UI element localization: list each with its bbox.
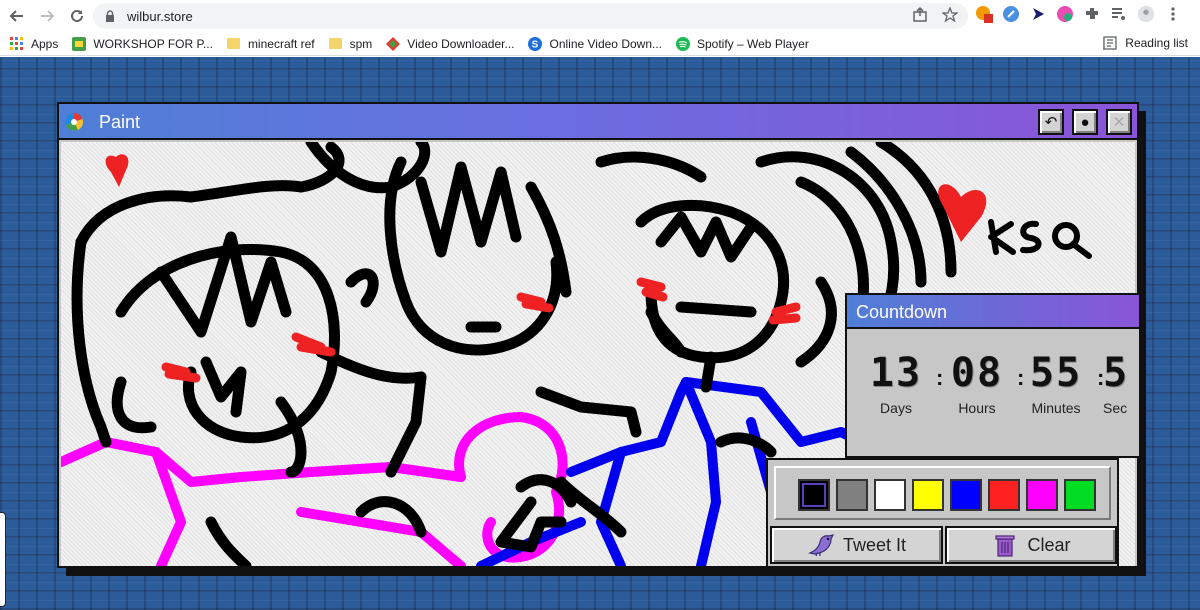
color-swatch-white[interactable] xyxy=(874,479,906,511)
paint-titlebar[interactable]: Paint ↶ ● ✕ xyxy=(59,104,1137,140)
clear-button[interactable]: Clear xyxy=(945,526,1117,564)
signature-strokes xyxy=(988,219,1092,259)
reload-button[interactable] xyxy=(64,3,90,29)
seconds-value: 5 xyxy=(1103,350,1130,396)
folder-icon xyxy=(227,37,241,51)
extension-blue-icon[interactable] xyxy=(1002,5,1020,23)
apps-grid-icon xyxy=(10,36,24,51)
bookmark-spm[interactable]: spm xyxy=(329,36,373,51)
bookmark-video-downloader[interactable]: Video Downloader... xyxy=(386,36,515,51)
profile-avatar[interactable] xyxy=(1137,5,1155,23)
svg-text:S: S xyxy=(532,39,539,50)
hours-value: 08 xyxy=(950,350,1004,396)
countdown-minutes: 55 Minutes xyxy=(1021,350,1091,416)
spotify-icon xyxy=(676,36,690,51)
reading-list-label: Reading list xyxy=(1125,36,1188,50)
undo-button[interactable]: ↶ xyxy=(1038,109,1064,135)
undo-icon: ↶ xyxy=(1044,114,1058,131)
lock-icon xyxy=(103,9,117,23)
bookmark-label: minecraft ref xyxy=(247,36,315,51)
color-swatch-yellow[interactable] xyxy=(912,479,944,511)
back-button[interactable] xyxy=(4,3,30,29)
days-label: Days xyxy=(880,400,912,416)
extension-badge-icon[interactable] xyxy=(975,5,993,23)
side-tab[interactable] xyxy=(0,512,6,607)
countdown-seconds: 5 Sec xyxy=(1103,350,1139,416)
palette-panel: Tweet It Clear xyxy=(766,458,1119,568)
bookmark-apps[interactable]: Apps xyxy=(10,36,59,51)
share-icon[interactable] xyxy=(912,6,928,28)
bird-icon xyxy=(807,532,835,558)
tweet-it-label: Tweet It xyxy=(842,534,907,555)
forward-button[interactable] xyxy=(34,3,60,29)
bookmark-label: Online Video Down... xyxy=(549,36,662,51)
hours-label: Hours xyxy=(958,400,996,416)
menu-kebab-icon[interactable] xyxy=(1164,5,1182,23)
color-swatch-gray[interactable] xyxy=(836,479,868,511)
reading-list-button[interactable]: Reading list xyxy=(1103,36,1188,50)
color-swatch-green[interactable] xyxy=(1064,479,1096,511)
heart-small xyxy=(105,154,129,187)
color-swatch-black[interactable] xyxy=(798,479,830,511)
days-value: 13 xyxy=(869,350,923,396)
paint-logo-icon xyxy=(65,112,83,131)
bookmark-label: Video Downloader... xyxy=(407,36,515,51)
countdown-days: 13 Days xyxy=(861,350,931,416)
address-bar[interactable]: wilbur.store xyxy=(93,3,968,29)
s-logo-icon: S xyxy=(528,36,543,51)
tweet-it-button[interactable]: Tweet It xyxy=(770,526,943,564)
media-queue-icon[interactable] xyxy=(1110,5,1128,23)
seconds-label: Sec xyxy=(1103,400,1128,416)
trash-icon xyxy=(991,532,1019,558)
countdown-hours: 08 Hours xyxy=(942,350,1012,416)
countdown-title: Countdown xyxy=(856,302,948,322)
bookmark-label: spm xyxy=(349,36,373,51)
color-swatch-magenta[interactable] xyxy=(1026,479,1058,511)
bookmark-label: Apps xyxy=(31,36,59,51)
url-text: wilbur.store xyxy=(127,8,193,24)
reading-list-icon xyxy=(1103,36,1117,50)
minutes-value: 55 xyxy=(1029,350,1083,396)
extension-arrow-icon[interactable] xyxy=(1029,5,1047,23)
paint-title: Paint xyxy=(99,112,141,132)
countdown-display: 13 Days : 08 Hours : 55 Minutes : 5 Sec xyxy=(851,335,1139,450)
minutes-label: Minutes xyxy=(1031,400,1081,416)
color-swatch-red[interactable] xyxy=(988,479,1020,511)
video-downloader-icon xyxy=(386,36,401,51)
folder-icon xyxy=(329,37,343,51)
bookmark-star-icon[interactable] xyxy=(941,6,959,28)
bookmark-online-video[interactable]: S Online Video Down... xyxy=(528,36,662,51)
color-swatch-blue[interactable] xyxy=(950,479,982,511)
close-button[interactable]: ✕ xyxy=(1106,109,1132,135)
color-swatches xyxy=(774,466,1111,520)
clear-label: Clear xyxy=(1027,534,1071,555)
countdown-titlebar[interactable]: Countdown xyxy=(847,295,1139,329)
bookmark-workshop[interactable]: WORKSHOP FOR P... xyxy=(72,36,213,51)
magenta-strokes xyxy=(61,412,568,566)
bookmark-spotify[interactable]: Spotify – Web Player xyxy=(676,36,809,51)
bookmark-label: Spotify – Web Player xyxy=(697,36,809,51)
bookmark-label: WORKSHOP FOR P... xyxy=(93,36,213,51)
extensions-puzzle-icon[interactable] xyxy=(1083,5,1101,23)
bookmarks-bar: Apps WORKSHOP FOR P... minecraft ref spm… xyxy=(0,32,1200,56)
record-button[interactable]: ● xyxy=(1072,109,1098,135)
workshop-icon xyxy=(72,36,87,51)
record-icon: ● xyxy=(1080,113,1090,131)
close-icon: ✕ xyxy=(1112,114,1126,131)
countdown-window: Countdown 13 Days : 08 Hours : 55 Minute… xyxy=(845,293,1141,458)
extension-color-icon[interactable] xyxy=(1056,5,1074,23)
bookmark-minecraft-ref[interactable]: minecraft ref xyxy=(227,37,315,51)
